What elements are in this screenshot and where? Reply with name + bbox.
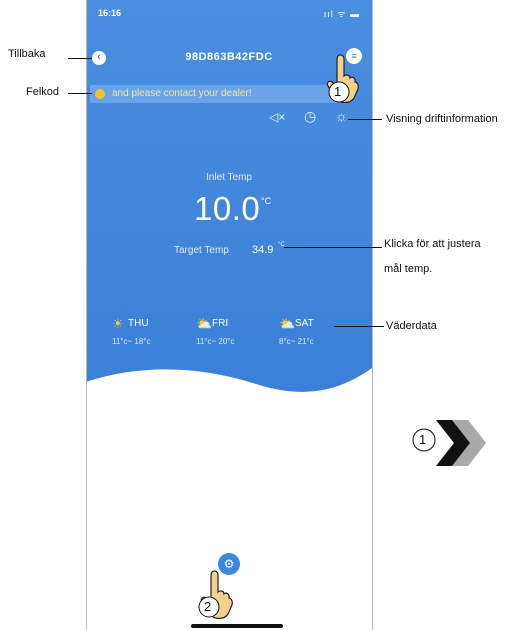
callout-weather: Väderdata — [386, 320, 437, 332]
weather-range: 11°c~ 18°c — [112, 337, 151, 346]
error-code-bar[interactable]: and please contact your dealer! — [90, 85, 338, 103]
step-marker-1: 1 — [334, 84, 342, 99]
info-sun-icon[interactable]: ☼ — [335, 108, 348, 124]
weather-range: 8°c~ 21°c — [279, 337, 314, 346]
mute-icon[interactable]: ◁× — [269, 110, 285, 124]
inlet-temp-unit: °C — [261, 196, 272, 206]
callout-line-target — [284, 247, 382, 248]
warning-dot-icon — [95, 89, 105, 99]
home-indicator[interactable] — [191, 624, 283, 628]
status-icons: ııl ᯤ ▬ — [323, 9, 360, 19]
callout-line-info — [348, 119, 382, 120]
weather-range: 11°c~ 20°c — [196, 337, 235, 346]
inlet-temp-value: 10.0 — [194, 190, 261, 227]
callout-line-weather — [334, 326, 384, 327]
wave-divider — [86, 368, 372, 420]
target-temp-label[interactable]: Target Temp — [174, 245, 229, 256]
weather-day-fri: ⛅ FRI 11°c~ 20°c — [196, 316, 266, 346]
callout-back: Tillbaka — [8, 48, 46, 60]
callout-line-error — [68, 93, 92, 94]
weather-day-thu: ☀ THU 11°c~ 18°c — [112, 316, 182, 346]
callout-target-line2: mål temp. — [384, 263, 433, 275]
next-step-chevrons-icon — [436, 420, 486, 466]
error-message: and please contact your dealer! — [112, 88, 252, 99]
callout-error-code: Felkod — [26, 86, 60, 98]
phone-border-left — [86, 0, 87, 630]
inlet-temp-label: Inlet Temp — [206, 172, 252, 183]
callout-info: Visning driftinformation — [386, 113, 498, 125]
phone-border-right — [372, 0, 373, 630]
partly-cloudy-icon: ⛅ — [196, 316, 213, 331]
weather-day-sat: ⛅ SAT 8°c~ 21°c — [279, 316, 349, 346]
weather-day-label: THU — [128, 318, 149, 329]
partly-cloudy-icon: ⛅ — [279, 316, 296, 331]
callout-target-line1: Klicka för att justera — [384, 238, 481, 250]
callout-line-back — [68, 58, 92, 59]
sun-icon: ☀ — [112, 316, 124, 331]
step-marker-2: 2 — [204, 599, 212, 614]
weather-day-label: SAT — [295, 318, 314, 329]
target-temp-value[interactable]: 34.9 — [252, 244, 273, 256]
timer-icon[interactable]: ◷ — [304, 108, 316, 125]
status-time: 16:16 — [98, 8, 122, 18]
weather-day-label: FRI — [212, 318, 229, 329]
next-step-marker: 1 — [419, 432, 427, 447]
